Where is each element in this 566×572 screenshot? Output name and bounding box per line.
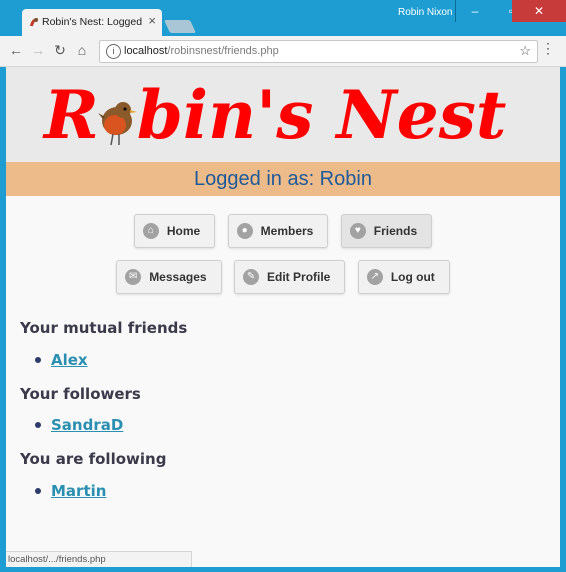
profile-name[interactable]: Robin Nixon (398, 7, 452, 18)
friend-link-sandrad[interactable]: SandraD (51, 416, 123, 434)
url-host: localhost (124, 45, 168, 57)
address-bar[interactable]: i localhost/robinsnest/friends.php ☆ (99, 40, 538, 63)
mutual-friends-heading: Your mutual friends (20, 319, 188, 337)
members-button[interactable]: ● Members (227, 214, 329, 248)
following-heading: You are following (20, 450, 167, 468)
logo-text-end: bin's Nest (136, 76, 507, 154)
info-icon[interactable]: i (106, 44, 121, 59)
new-tab-button[interactable] (163, 20, 197, 33)
pencil-icon: ✎ (243, 269, 260, 285)
status-bar: localhost/.../friends.php (6, 551, 192, 567)
logged-in-banner: Logged in as: Robin (6, 162, 560, 196)
list-bullet (35, 422, 41, 428)
messages-button[interactable]: ✉ Messages (116, 260, 222, 294)
url-text[interactable]: localhost/robinsnest/friends.php (124, 45, 279, 57)
home-button[interactable]: ⌂ Home (133, 214, 216, 248)
back-arrow-icon[interactable]: ← (6, 40, 26, 60)
browser-toolbar: ← → ↻ ⌂ i localhost/robinsnest/friends.p… (0, 36, 566, 67)
logout-icon: ↗ (366, 269, 383, 285)
browser-window: Robin's Nest: Logged in × Robin Nixon – … (0, 0, 566, 572)
list-bullet (35, 357, 41, 363)
friend-link-alex[interactable]: Alex (51, 351, 88, 369)
nav-row-1: ⌂ Home ● Members ♥ Friends (6, 214, 560, 248)
friend-link-martin[interactable]: Martin (51, 482, 106, 500)
followers-heading: Your followers (20, 385, 141, 403)
page-content: R bin's Nest Logged in as: Robin ⌂ Home … (6, 67, 560, 567)
home-icon[interactable]: ⌂ (72, 40, 92, 60)
list-bullet (35, 488, 41, 494)
title-bar: Robin's Nest: Logged in × Robin Nixon – … (0, 0, 566, 36)
robin-bird-icon (97, 102, 137, 146)
browser-tab[interactable]: Robin's Nest: Logged in × (22, 9, 162, 36)
reload-icon[interactable]: ↻ (50, 40, 70, 60)
minimize-button[interactable]: – (455, 0, 494, 22)
user-icon: ● (236, 223, 253, 239)
close-window-button[interactable]: ✕ (512, 0, 566, 22)
site-banner: R bin's Nest (6, 67, 560, 162)
favicon-icon (30, 18, 38, 26)
tab-close-icon[interactable]: × (148, 14, 156, 28)
forward-arrow-icon[interactable]: → (28, 40, 48, 60)
menu-kebab-icon[interactable]: ⋮ (541, 40, 555, 57)
log-out-button[interactable]: ↗ Log out (357, 260, 450, 294)
heart-icon: ♥ (349, 223, 366, 239)
home-icon: ⌂ (142, 223, 159, 239)
edit-profile-button[interactable]: ✎ Edit Profile (234, 260, 346, 294)
site-logo: R bin's Nest (44, 73, 506, 158)
logo-text-start: R (44, 76, 99, 154)
bookmark-star-icon[interactable]: ☆ (519, 43, 531, 59)
nav-row-2: ✉ Messages ✎ Edit Profile ↗ Log out (6, 260, 560, 294)
url-path: /robinsnest/friends.php (167, 45, 279, 57)
friends-button[interactable]: ♥ Friends (340, 214, 433, 248)
tab-title: Robin's Nest: Logged in (42, 16, 142, 28)
